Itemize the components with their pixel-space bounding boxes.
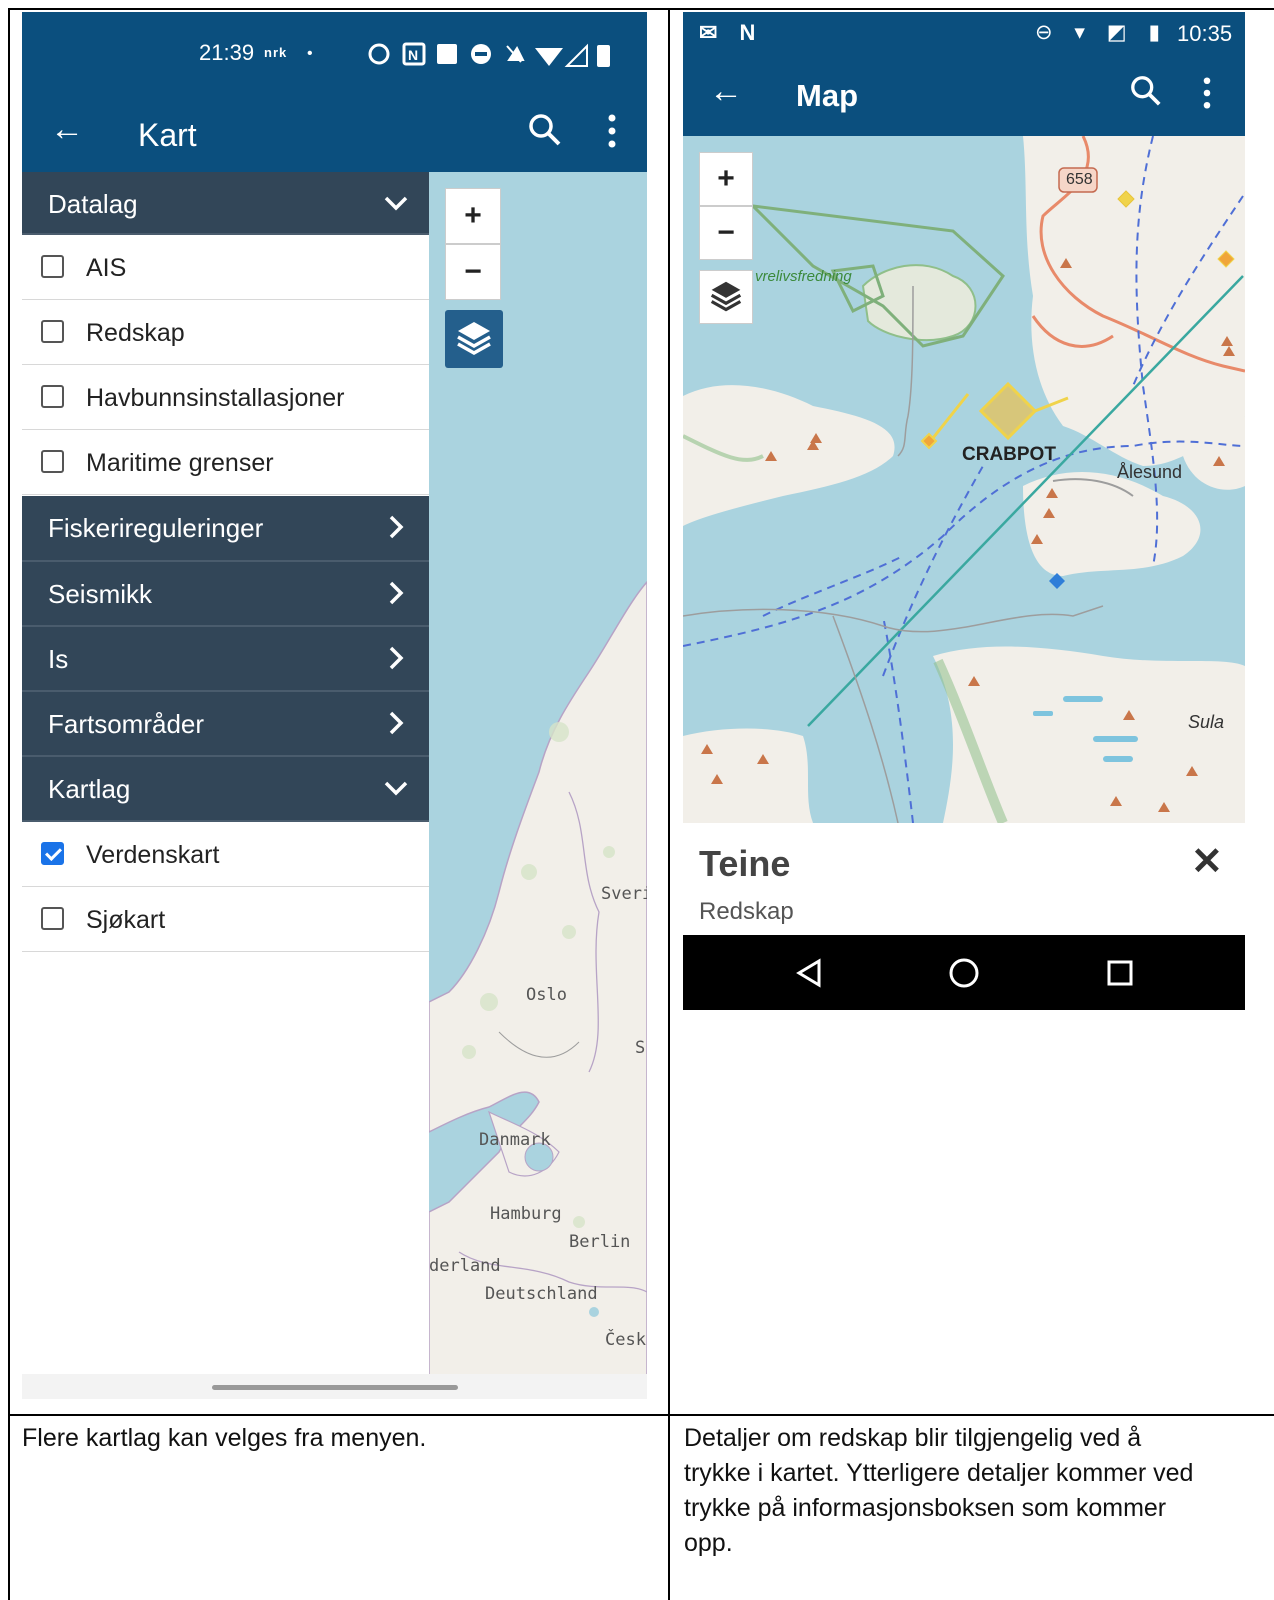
zoom-out-button[interactable]: − <box>699 206 753 260</box>
nav-recents-icon[interactable] <box>1106 959 1134 987</box>
map-label-hamburg: Hamburg <box>490 1204 562 1224</box>
caption-right-line-4: opp. <box>684 1529 733 1557</box>
section-fiskerireguleringer[interactable]: Fiskerireguleringer <box>22 496 429 562</box>
nav-back-icon[interactable] <box>794 958 824 988</box>
chevron-right-icon <box>389 515 404 539</box>
layer-item-havbunnsinstallasjoner[interactable]: Havbunnsinstallasjoner <box>22 365 429 430</box>
zoom-in-button[interactable]: + <box>699 152 753 206</box>
checkbox[interactable] <box>41 907 64 930</box>
back-arrow-icon[interactable]: ← <box>50 112 84 146</box>
section-seismikk[interactable]: Seismikk <box>22 562 429 627</box>
system-nav-bar <box>683 935 1245 1010</box>
search-icon[interactable] <box>527 112 563 148</box>
map-label-deutschland: Deutschland <box>485 1284 598 1304</box>
layers-icon <box>457 322 491 356</box>
page-title: Map <box>796 78 858 113</box>
layer-item-sjokart[interactable]: Sjøkart <box>22 887 429 952</box>
section-datalag[interactable]: Datalag <box>22 172 429 235</box>
status-system-icons: ⊖ ▾ ◩ ▮ <box>1035 21 1169 44</box>
search-icon[interactable] <box>1129 74 1163 108</box>
back-arrow-icon[interactable]: ← <box>709 74 743 108</box>
chevron-down-icon <box>384 781 408 796</box>
status-notification-icons: ✉ N <box>699 20 764 45</box>
left-phone-screenshot: 21:39 nrk • N ← Kart Datalag AIS Redskap… <box>22 12 647 1399</box>
map-label-alesund: Ålesund <box>1117 462 1183 482</box>
info-title: Teine <box>699 843 791 884</box>
layer-label: Havbunnsinstallasjoner <box>86 384 345 412</box>
status-icons: N <box>368 42 610 67</box>
map-label-nederland: derland <box>429 1256 501 1276</box>
layer-drawer: Datalag AIS Redskap Havbunnsinstallasjon… <box>22 172 429 1384</box>
layer-item-maritime-grenser[interactable]: Maritime grenser <box>22 430 429 495</box>
section-label: Datalag <box>48 189 138 219</box>
map-view[interactable]: + − Sveri Oslo S Danmark Hamburg Berlin … <box>429 172 647 1384</box>
checkbox[interactable] <box>41 320 64 343</box>
section-is[interactable]: Is <box>22 627 429 692</box>
caption-left: Flere kartlag kan velges fra menyen. <box>22 1424 427 1452</box>
notification-dot: • <box>307 45 313 62</box>
checkbox[interactable] <box>41 255 64 278</box>
layer-item-ais[interactable]: AIS <box>22 235 429 300</box>
section-label: Kartlag <box>48 774 131 804</box>
info-subtitle: Redskap <box>699 898 794 925</box>
nav-home-icon[interactable] <box>948 957 980 989</box>
checkbox[interactable] <box>41 385 64 408</box>
layers-button[interactable] <box>445 310 503 368</box>
layer-label: Maritime grenser <box>86 449 274 477</box>
zoom-in-button[interactable]: + <box>445 188 501 244</box>
checkbox[interactable] <box>41 450 64 473</box>
right-phone-screenshot: ✉ N ⊖ ▾ ◩ ▮ 10:35 ← Map 658 vrelivsfredn… <box>683 12 1245 1010</box>
map-label-reserve: vrelivsfredning <box>755 268 852 285</box>
layer-item-redskap[interactable]: Redskap <box>22 300 429 365</box>
chevron-right-icon <box>389 711 404 735</box>
map-label-sverige: Sveri <box>601 884 647 904</box>
more-vert-icon[interactable] <box>1202 77 1212 109</box>
page-title: Kart <box>138 117 197 153</box>
map-label-cesk: Česk <box>605 1330 646 1350</box>
caption-right-line-2: trykke i kartet. Ytterligere detaljer ko… <box>684 1459 1194 1487</box>
section-kartlag[interactable]: Kartlag <box>22 757 429 822</box>
section-label: Seismikk <box>48 579 153 609</box>
status-time: 10:35 <box>1177 21 1233 46</box>
status-bar: 21:39 nrk • N <box>22 12 647 94</box>
nrk-icon: nrk <box>264 45 288 60</box>
chevron-right-icon <box>389 646 404 670</box>
layer-label: Verdenskart <box>86 841 220 869</box>
app-bar: ← Map <box>683 56 1245 136</box>
map-view[interactable]: 658 vrelivsfredning CRABPOT Ålesund Sula… <box>683 136 1245 823</box>
crabpot-marker-label[interactable]: CRABPOT <box>962 444 1056 466</box>
status-time: 21:39 <box>199 40 255 65</box>
chevron-right-icon <box>389 581 404 605</box>
layers-icon <box>710 281 742 312</box>
caption-right-line-1: Detaljer om redskap blir tilgjengelig ve… <box>684 1424 1142 1452</box>
status-bar: ✉ N ⊖ ▾ ◩ ▮ 10:35 <box>683 12 1245 56</box>
info-box[interactable]: Teine Redskap ✕ <box>683 823 1245 935</box>
map-label-danmark: Danmark <box>479 1130 551 1150</box>
svg-text:N: N <box>408 47 422 63</box>
map-label-berlin: Berlin <box>569 1232 631 1252</box>
section-label: Fartsområder <box>48 709 205 739</box>
map-label-s: S <box>635 1038 646 1058</box>
zoom-out-button[interactable]: − <box>445 244 501 300</box>
chevron-down-icon <box>384 196 408 211</box>
layer-label: Sjøkart <box>86 906 166 934</box>
layer-item-verdenskart[interactable]: Verdenskart <box>22 822 429 887</box>
caption-right-line-3: trykke på informasjonsboksen som kommer <box>684 1494 1167 1522</box>
road-number-label: 658 <box>1066 171 1093 188</box>
layers-button[interactable] <box>699 270 753 324</box>
app-bar: ← Kart <box>22 94 647 172</box>
map-label-oslo: Oslo <box>526 985 567 1005</box>
section-fartsomrader[interactable]: Fartsområder <box>22 692 429 757</box>
close-icon[interactable]: ✕ <box>1191 843 1223 881</box>
layer-label: Redskap <box>86 319 185 347</box>
more-vert-icon[interactable] <box>607 114 617 148</box>
checkbox-checked[interactable] <box>41 842 64 865</box>
section-label: Is <box>48 644 69 674</box>
layer-label: AIS <box>86 254 127 282</box>
section-label: Fiskerireguleringer <box>48 513 264 543</box>
map-label-sula: Sula <box>1188 712 1225 732</box>
gesture-nav-handle[interactable] <box>212 1385 458 1390</box>
